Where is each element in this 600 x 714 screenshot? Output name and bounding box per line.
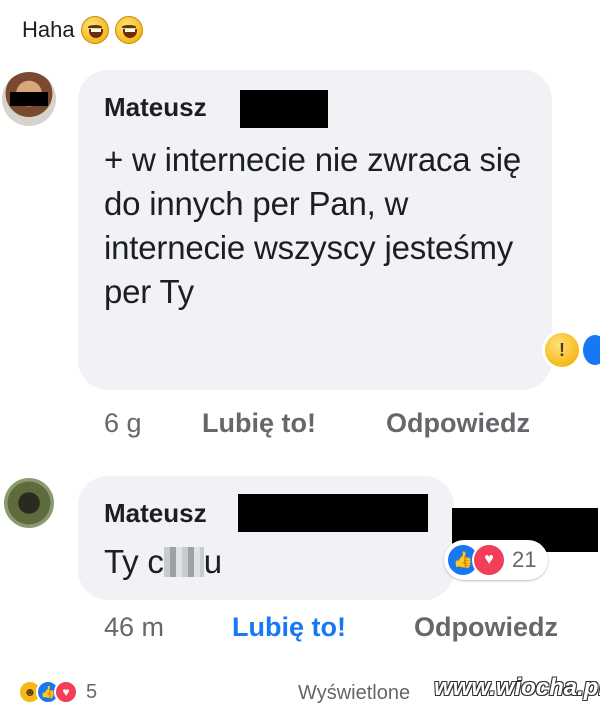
reply-button[interactable]: Odpowiedz [386,408,530,439]
redaction-bar [238,494,428,532]
comment-author[interactable]: Mateusz [104,92,207,123]
haha-emoji-icon [114,16,143,44]
comment-text-start: Ty c [104,543,164,580]
wow-reaction-icon[interactable]: ! [542,330,582,370]
love-reaction-icon: ♥ [472,543,506,577]
censored-word [163,547,204,577]
avatar[interactable] [2,72,56,126]
comment-time[interactable]: 6 g [104,408,142,439]
seen-indicator: Wyświetlone [298,682,411,704]
post-text-label: Haha [22,17,75,42]
redaction-bar [240,90,328,128]
post-reactions[interactable]: ☻ 👍 ♥ 5 [18,680,97,704]
reaction-count: 21 [512,547,537,572]
comment-text-end: u [203,543,222,580]
reply-button[interactable]: Odpowiedz [414,612,558,643]
comment-text: Ty c u [104,540,222,584]
love-reaction-icon: ♥ [54,680,78,704]
comment-text: + w internecie nie zwraca się do innych … [104,141,521,310]
like-button[interactable]: Lubię to! [202,408,316,439]
like-reaction-icon[interactable] [580,332,600,368]
watermark: www.wiocha.pl [434,674,600,701]
censor-bar [10,92,48,106]
reaction-summary[interactable]: 👍 ♥ 21 [444,540,549,580]
avatar[interactable] [4,478,54,528]
comment-time[interactable]: 46 m [104,612,164,643]
haha-emoji-icon [80,16,109,44]
post-text: Haha [22,16,143,44]
like-button[interactable]: Lubię to! [232,612,346,643]
reaction-count: 5 [86,680,98,703]
comment-author[interactable]: Mateusz [104,498,207,529]
